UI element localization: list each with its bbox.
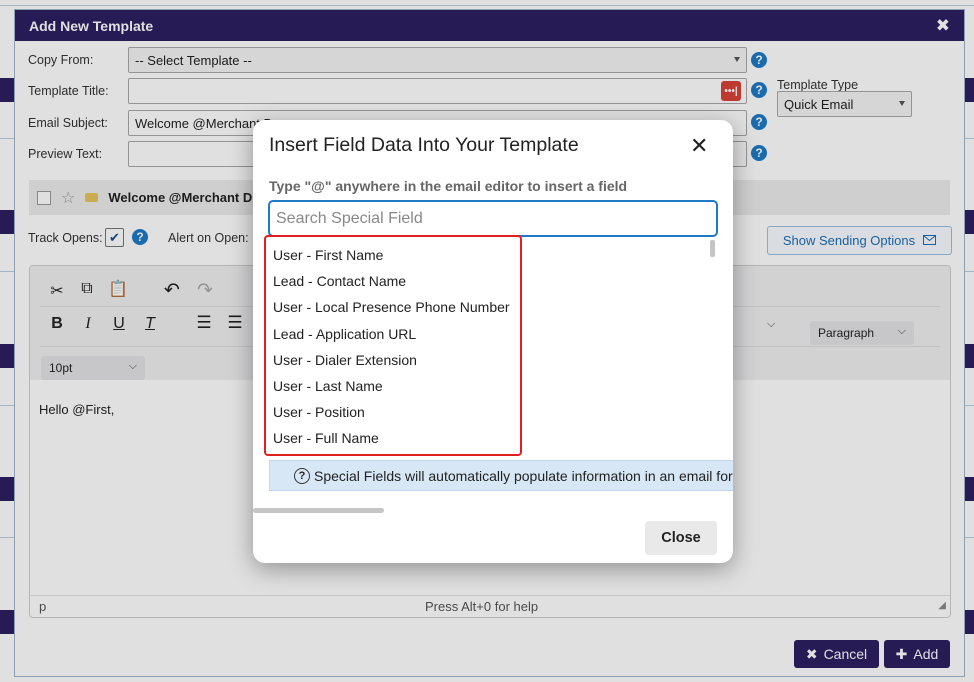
special-field-search-input[interactable]: Search Special Field — [268, 200, 718, 237]
modal-hint: Type "@" anywhere in the email editor to… — [269, 178, 628, 194]
info-banner: ? Special Fields will automatically popu… — [269, 460, 733, 491]
horizontal-scrollbar[interactable] — [253, 508, 384, 513]
search-placeholder: Search Special Field — [276, 209, 423, 227]
info-text: Special Fields will automatically popula… — [314, 467, 733, 484]
close-icon[interactable]: ✕ — [690, 133, 708, 159]
question-icon: ? — [294, 467, 310, 484]
list-item[interactable]: User - Full Name — [273, 425, 510, 451]
list-item[interactable]: User - Local Presence Phone Number — [273, 294, 510, 320]
insert-field-modal: Insert Field Data Into Your Template ✕ T… — [253, 120, 733, 563]
modal-title: Insert Field Data Into Your Template — [269, 134, 579, 156]
list-scrollbar[interactable] — [710, 240, 715, 257]
list-item[interactable]: Lead - Application URL — [273, 321, 510, 347]
list-item[interactable]: Lead - Contact Name — [273, 268, 510, 294]
special-field-list: User - First Name Lead - Contact Name Us… — [273, 242, 510, 452]
list-item[interactable]: User - First Name — [273, 242, 510, 268]
list-item[interactable]: User - Dialer Extension — [273, 347, 510, 373]
list-item[interactable]: User - Last Name — [273, 373, 510, 399]
list-item[interactable]: User - Position — [273, 399, 510, 425]
close-button[interactable]: Close — [645, 521, 717, 555]
